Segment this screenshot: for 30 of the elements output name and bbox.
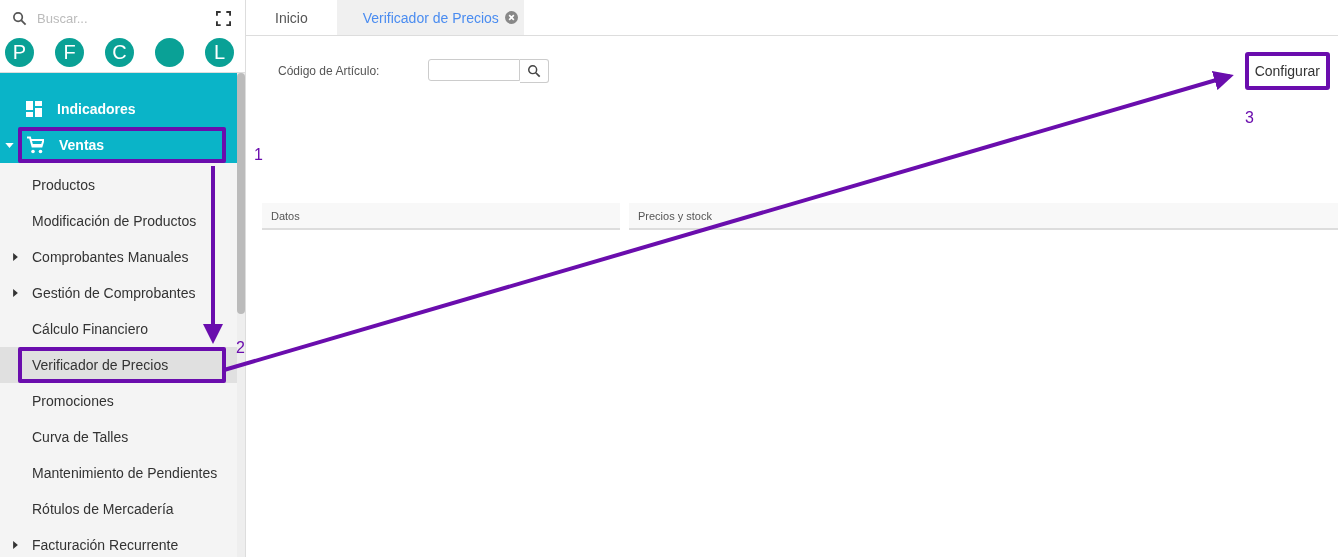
panel-header: Datos: [262, 203, 620, 230]
menu-item[interactable]: Rótulos de Mercadería: [0, 491, 237, 527]
menu-item[interactable]: Verificador de Precios: [0, 347, 237, 383]
dashboard-icon: [26, 101, 42, 117]
menu-item[interactable]: Mantenimiento de Pendientes: [0, 455, 237, 491]
menu-item[interactable]: Promociones: [0, 383, 237, 419]
configure-button[interactable]: Configurar: [1244, 52, 1330, 90]
step-number: 2: [236, 340, 245, 356]
scrollbar-thumb[interactable]: [237, 73, 245, 314]
menu-item[interactable]: Modificación de Productos: [0, 203, 237, 239]
step-number: 1: [254, 147, 263, 163]
menu-item[interactable]: Comprobantes Manuales: [0, 239, 237, 275]
code-field[interactable]: [428, 59, 520, 81]
search-icon: [527, 64, 541, 78]
field-label: Código de Artículo:: [278, 64, 381, 78]
search-button[interactable]: [520, 59, 549, 83]
close-icon[interactable]: [504, 11, 518, 24]
panel-header: Precios y stock: [629, 203, 1338, 230]
avatar[interactable]: [155, 38, 184, 67]
search-icon: [12, 10, 27, 26]
fullscreen-icon[interactable]: [216, 10, 231, 26]
menu-item[interactable]: Gestión de Comprobantes: [0, 275, 237, 311]
tab[interactable]: Inicio: [246, 0, 337, 35]
cart-icon: [26, 136, 44, 154]
menu-item[interactable]: Curva de Talles: [0, 419, 237, 455]
menu-item[interactable]: Facturación Recurrente: [0, 527, 237, 557]
step-number: 3: [1245, 110, 1254, 126]
search-field[interactable]: Buscar...: [35, 9, 208, 27]
menu-item[interactable]: Productos: [0, 167, 237, 203]
menu-item[interactable]: Cálculo Financiero: [0, 311, 237, 347]
